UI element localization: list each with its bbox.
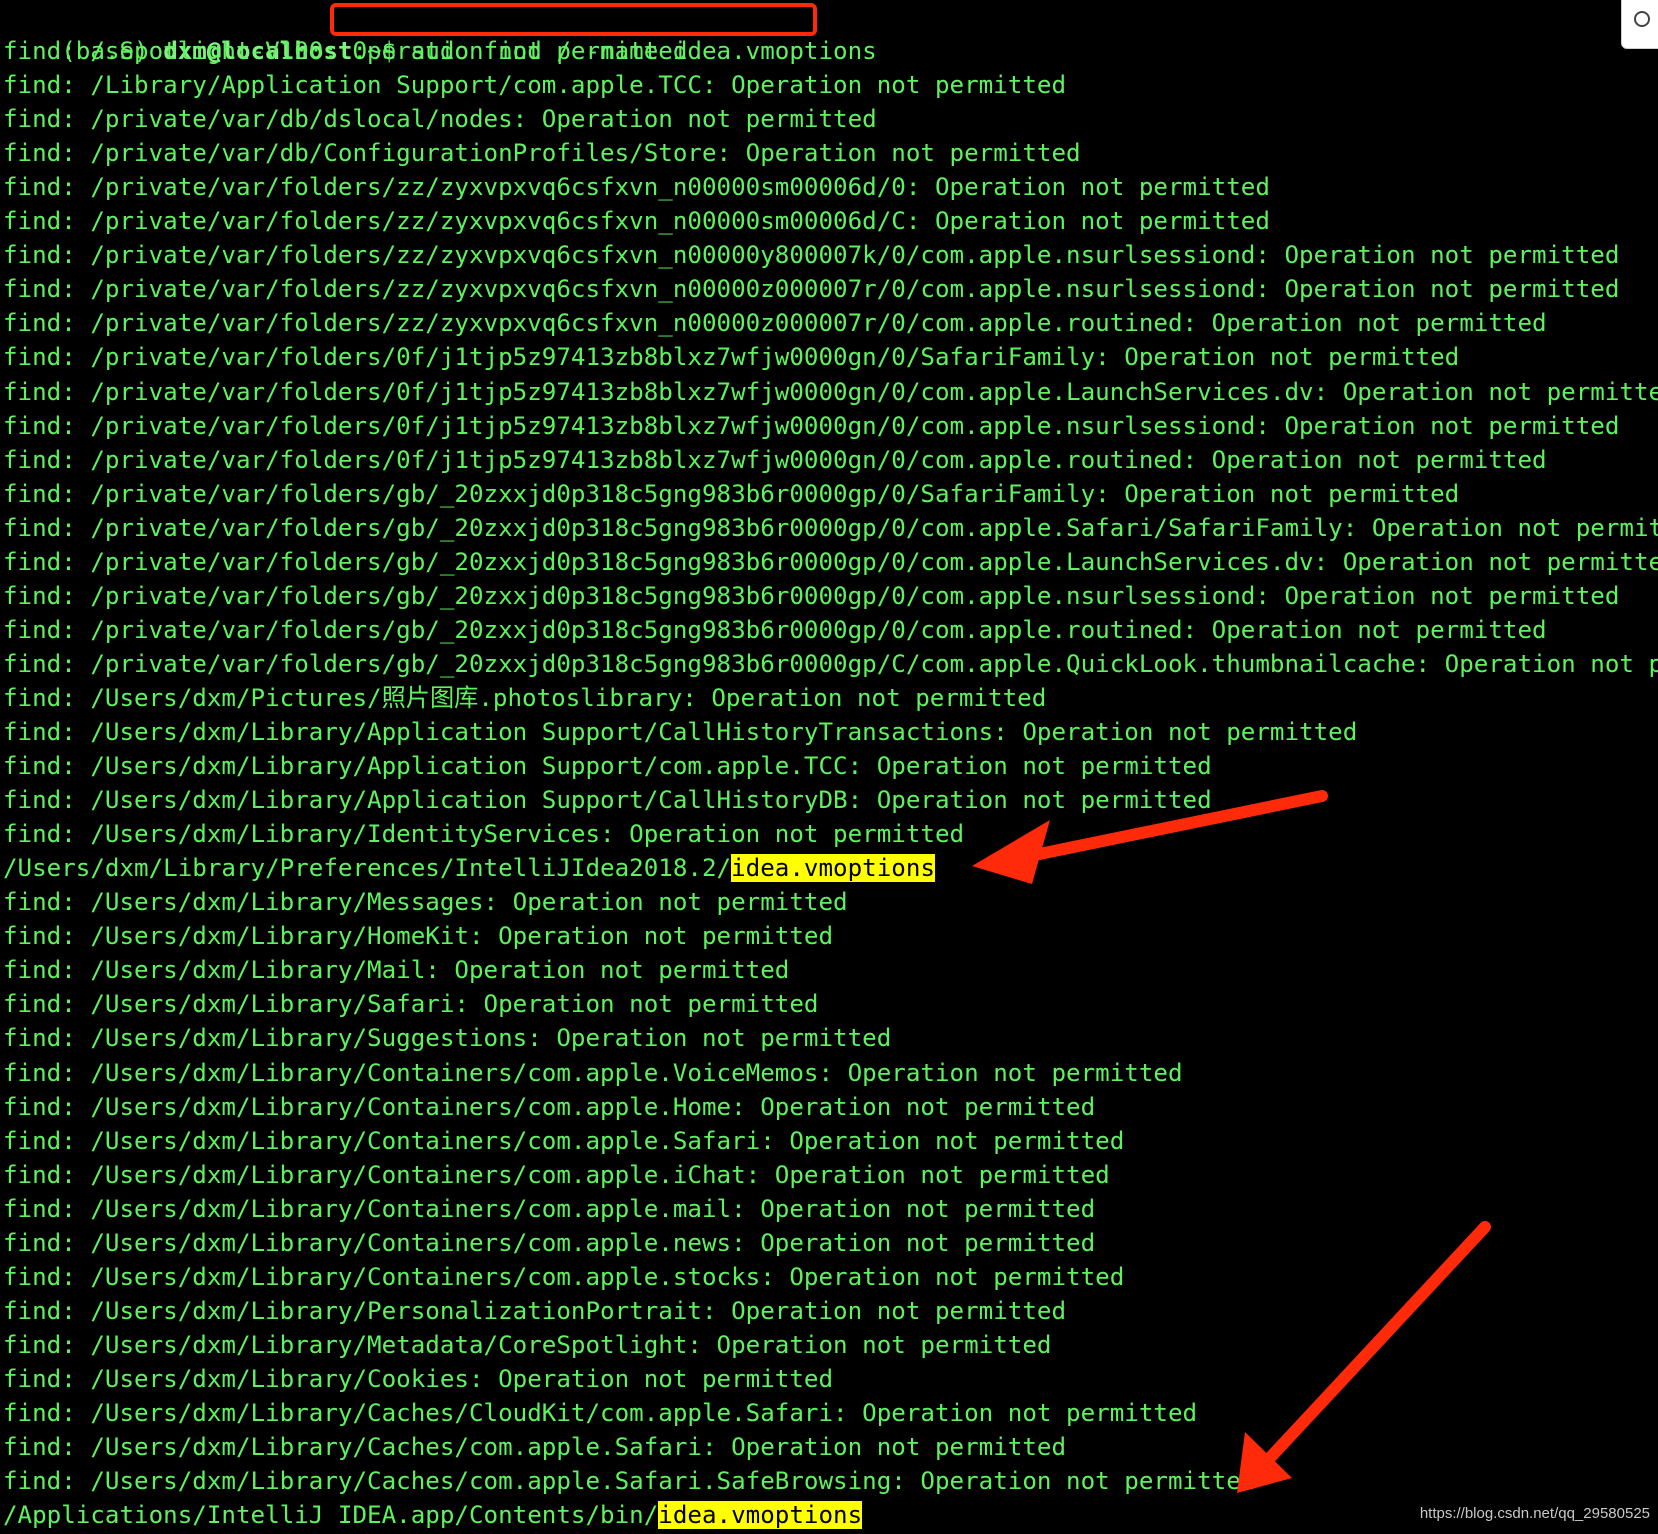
line-text: /Users/dxm/Library/Preferences/IntelliJI… (3, 854, 732, 883)
line-text: find: /Users/dxm/Library/IdentityService… (3, 820, 965, 849)
error-line: find: /private/var/folders/zz/zyxvpxvq6c… (3, 306, 1547, 340)
error-line: find: /private/var/folders/zz/zyxvpxvq6c… (3, 272, 1619, 306)
error-line: find: /private/var/db/dslocal/nodes: Ope… (3, 102, 877, 136)
command-annotation-box (330, 3, 817, 36)
line-text: find: /Users/dxm/Library/Personalization… (3, 1296, 1067, 1325)
search-button[interactable] (1621, 0, 1658, 49)
line-text: find: /Users/dxm/Library/Application Sup… (3, 752, 1212, 780)
error-line: find: /Users/dxm/Library/Containers/com.… (3, 1260, 1124, 1294)
error-line: find: /private/var/folders/zz/zyxvpxvq6c… (3, 238, 1619, 272)
line-text: find: /Users/dxm/Library/Containers/com.… (3, 1262, 1125, 1291)
line-text: find: /Users/dxm/Library/Application Sup… (3, 718, 1358, 746)
line-text: find: /private/var/folders/zz/zyxvpxvq6c… (3, 241, 1620, 270)
line-text: find: /private/var/folders/gb/_20zxxjd0p… (3, 547, 1658, 576)
line-text: find: /private/var/folders/gb/_20zxxjd0p… (3, 479, 1460, 508)
error-line: find: /Users/dxm/Library/Messages: Opera… (3, 885, 848, 919)
line-text: find: /private/var/folders/zz/zyxvpxvq6c… (3, 207, 1270, 236)
error-line: find: /private/var/folders/gb/_20zxxjd0p… (3, 579, 1619, 613)
error-line: find: /Users/dxm/Library/Containers/com.… (3, 1226, 1095, 1260)
line-text: find: /Users/dxm/Library/Containers/com.… (3, 1160, 1110, 1189)
error-line: find: /private/var/folders/gb/_20zxxjd0p… (3, 647, 1658, 681)
line-text: find: /Users/dxm/Library/Suggestions: Op… (3, 1024, 892, 1053)
line-text: find: /private/var/folders/zz/zyxvpxvq6c… (3, 275, 1620, 304)
line-text: find: /Users/dxm/Library/Caches/com.appl… (3, 1467, 1256, 1496)
line-text: find: /private/var/folders/gb/_20zxxjd0p… (3, 581, 1620, 610)
error-line: find: /Users/dxm/Library/Containers/com.… (3, 1124, 1124, 1158)
line-text: find: /private/var/folders/gb/_20zxxjd0p… (3, 615, 1547, 644)
line-text: find: /private/var/folders/0f/j1tjp5z974… (3, 445, 1547, 474)
error-line: find: /Users/dxm/Library/IdentityService… (3, 817, 964, 851)
error-line: find: /Users/dxm/Library/Containers/com.… (3, 1056, 1183, 1090)
error-line: find: /Library/Application Support/com.a… (3, 68, 1066, 102)
line-text: find: /Users/dxm/Library/Mail: Operation… (3, 956, 790, 985)
error-line: find: /Users/dxm/Library/Metadata/CoreSp… (3, 1328, 1051, 1362)
line-text: find: /Users/dxm/Pictures/照片图库.photoslib… (3, 683, 1047, 712)
error-line: find: /Users/dxm/Library/Caches/CloudKit… (3, 1396, 1197, 1430)
line-text: find: /private/var/db/dslocal/nodes: Ope… (3, 105, 877, 134)
line-text: find: /Users/dxm/Library/Containers/com.… (3, 1058, 1183, 1087)
error-line: find: /private/var/folders/0f/j1tjp5z974… (3, 340, 1459, 374)
line-text: find: /Users/dxm/Library/Containers/com.… (3, 1126, 1125, 1155)
terminal-window[interactable]: (base) dxm@localhost:~$ sudo find / -nam… (3, 0, 1658, 1534)
error-line: find: /Users/dxm/Library/Containers/com.… (3, 1158, 1110, 1192)
line-text: find: /Users/dxm/Library/Containers/com.… (3, 1228, 1096, 1257)
error-line: find: /Users/dxm/Library/Application Sup… (3, 715, 1357, 749)
error-line: find: /Users/dxm/Library/Safari: Operati… (3, 987, 818, 1021)
line-text: find: /private/var/folders/0f/j1tjp5z974… (3, 411, 1620, 440)
line-text: find: /Users/dxm/Library/Caches/CloudKit… (3, 1399, 1198, 1427)
error-line: find: /private/var/folders/0f/j1tjp5z974… (3, 409, 1619, 443)
line-text: find: /private/var/folders/gb/_20zxxjd0p… (3, 649, 1658, 678)
error-line: find: /Users/dxm/Library/Containers/com.… (3, 1192, 1095, 1226)
line-text: find: /private/var/folders/0f/j1tjp5z974… (3, 377, 1658, 406)
line-text: find: /Users/dxm/Library/Application Sup… (3, 786, 1212, 815)
line-text: find: /private/var/db/ConfigurationProfi… (3, 139, 1081, 168)
error-line: find: /private/var/folders/gb/_20zxxjd0p… (3, 613, 1547, 647)
line-text: find: /Library/Application Support/com.a… (3, 71, 1067, 99)
line-text: find: /.Spotlight-V100: Operation not pe… (3, 37, 688, 65)
line-text: find: /private/var/folders/zz/zyxvpxvq6c… (3, 309, 1547, 338)
error-line: find: /Users/dxm/Library/Mail: Operation… (3, 953, 789, 987)
line-text: find: /Users/dxm/Library/HomeKit: Operat… (3, 922, 834, 951)
line-text: find: /Users/dxm/Library/Cookies: Operat… (3, 1364, 834, 1393)
error-line: find: /Users/dxm/Library/Caches/com.appl… (3, 1430, 1066, 1464)
line-text: find: /Users/dxm/Library/Containers/com.… (3, 1194, 1096, 1223)
error-line: find: /Users/dxm/Library/Containers/com.… (3, 1090, 1095, 1124)
error-line: find: /private/var/folders/gb/_20zxxjd0p… (3, 545, 1658, 579)
error-line: find: /private/var/folders/gb/_20zxxjd0p… (3, 511, 1658, 545)
error-line: find: /Users/dxm/Library/HomeKit: Operat… (3, 919, 833, 953)
error-line: find: /Users/dxm/Library/Application Sup… (3, 783, 1212, 817)
error-line: find: /private/var/db/ConfigurationProfi… (3, 136, 1081, 170)
search-icon (1634, 11, 1650, 27)
line-text: find: /Users/dxm/Library/Messages: Opera… (3, 888, 848, 917)
watermark-text: https://blog.csdn.net/qq_29580525 (1419, 1505, 1650, 1522)
error-line: find: /private/var/folders/zz/zyxvpxvq6c… (3, 204, 1270, 238)
highlighted-match: idea.vmoptions (731, 854, 935, 883)
error-line: find: /.Spotlight-V100: Operation not pe… (3, 34, 687, 68)
result-line: /Applications/IntelliJ IDEA.app/Contents… (3, 1498, 863, 1532)
result-line: /Users/dxm/Library/Preferences/IntelliJI… (3, 851, 935, 885)
error-line: find: /private/var/folders/zz/zyxvpxvq6c… (3, 170, 1270, 204)
highlighted-match: idea.vmoptions (658, 1501, 863, 1530)
line-text: find: /private/var/folders/zz/zyxvpxvq6c… (3, 173, 1270, 202)
line-text: /Applications/IntelliJ IDEA.app/Contents… (3, 1501, 659, 1530)
error-line: find: /Users/dxm/Library/Caches/com.appl… (3, 1464, 1255, 1498)
line-text: find: /private/var/folders/0f/j1tjp5z974… (3, 343, 1460, 372)
error-line: find: /Users/dxm/Pictures/照片图库.photoslib… (3, 681, 1046, 715)
line-text: find: /Users/dxm/Library/Caches/com.appl… (3, 1433, 1067, 1461)
line-text: find: /Users/dxm/Library/Containers/com.… (3, 1092, 1096, 1121)
error-line: find: /private/var/folders/gb/_20zxxjd0p… (3, 477, 1459, 511)
error-line: find: /private/var/folders/0f/j1tjp5z974… (3, 443, 1547, 477)
line-text: find: /private/var/folders/gb/_20zxxjd0p… (3, 513, 1658, 542)
line-text: find: /Users/dxm/Library/Metadata/CoreSp… (3, 1330, 1052, 1359)
error-line: find: /private/var/folders/0f/j1tjp5z974… (3, 375, 1658, 409)
error-line: find: /Users/dxm/Library/Personalization… (3, 1294, 1066, 1328)
error-line: find: /Users/dxm/Library/Cookies: Operat… (3, 1362, 833, 1396)
error-line: find: /Users/dxm/Library/Suggestions: Op… (3, 1021, 891, 1055)
error-line: find: /Users/dxm/Library/Application Sup… (3, 749, 1212, 783)
line-text: find: /Users/dxm/Library/Safari: Operati… (3, 990, 819, 1019)
